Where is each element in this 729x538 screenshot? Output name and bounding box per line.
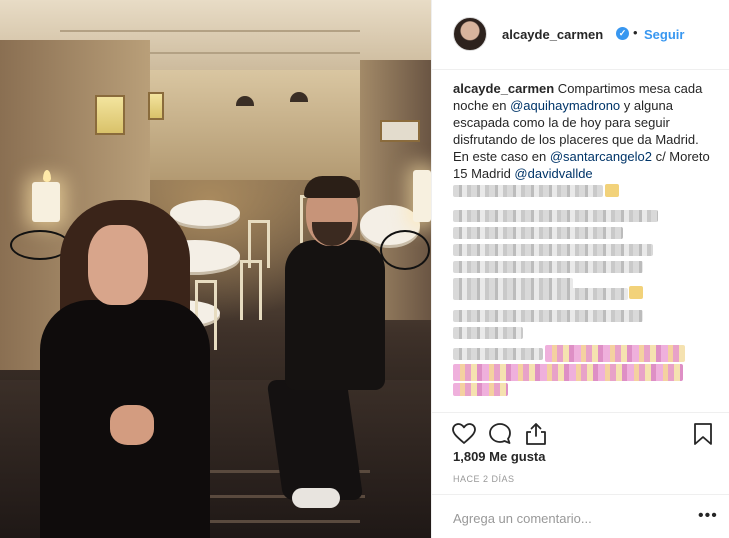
redacted-emoji-row	[453, 364, 683, 381]
redacted-comment	[453, 310, 643, 322]
heart-icon[interactable]	[451, 421, 477, 447]
caption-username-link[interactable]: alcayde_carmen	[453, 81, 554, 96]
photo-woman-face	[88, 225, 148, 305]
header-separator: •	[633, 25, 638, 40]
photo-shelf	[380, 120, 420, 142]
username-link[interactable]: alcayde_carmen	[502, 27, 603, 42]
photo-man-legs	[266, 380, 364, 500]
photo-window	[148, 92, 164, 120]
redacted-emoji	[605, 184, 619, 197]
redacted-comment	[453, 288, 628, 300]
redacted-emoji-row	[545, 345, 685, 362]
post-timestamp[interactable]: HACE 2 DÍAS	[453, 474, 515, 484]
redacted-comment	[453, 210, 658, 222]
photo-man-shoe	[292, 488, 340, 508]
redacted-comment	[453, 185, 603, 197]
comment-composer: •••	[432, 494, 729, 538]
mention-link[interactable]: @davidvallde	[514, 166, 592, 181]
more-options-icon[interactable]: •••	[698, 507, 718, 525]
redacted-comment	[453, 227, 623, 239]
post-header: alcayde_carmen ✓ • Seguir	[432, 0, 729, 70]
post-photo[interactable]	[0, 0, 431, 538]
photo-ironwork	[380, 230, 430, 270]
verified-badge-icon: ✓	[616, 27, 629, 40]
photo-man-hair	[304, 176, 360, 198]
comment-input[interactable]	[453, 509, 693, 527]
redacted-emoji	[629, 286, 643, 299]
redacted-comment	[453, 327, 523, 339]
photo-candle-flame	[43, 170, 51, 182]
share-icon[interactable]	[523, 421, 549, 447]
photo-candle	[413, 170, 431, 222]
bookmark-icon[interactable]	[690, 421, 716, 447]
mention-link[interactable]: @aquihaymadrono	[510, 98, 620, 113]
photo-woman-hand	[110, 405, 154, 445]
photo-ceiling-beam	[60, 30, 360, 32]
photo-man-body	[285, 240, 385, 390]
comments-list[interactable]: alcayde_carmen Compartimos mesa cada noc…	[453, 80, 715, 410]
redacted-comment	[453, 348, 543, 360]
photo-back-wall	[150, 70, 360, 180]
photo-candle	[32, 182, 60, 222]
redacted-comment	[453, 261, 643, 273]
comment-icon[interactable]	[487, 421, 513, 447]
like-count[interactable]: 1,809 Me gusta	[453, 449, 546, 464]
mention-link[interactable]: @santarcangelo2	[550, 149, 652, 164]
follow-button[interactable]: Seguir	[644, 27, 684, 42]
redacted-comment	[453, 244, 653, 256]
avatar[interactable]	[453, 17, 487, 51]
redacted-emoji-row	[453, 383, 508, 396]
action-bar	[432, 412, 729, 448]
photo-chair	[240, 260, 262, 320]
photo-table	[170, 200, 240, 226]
photo-window	[95, 95, 125, 135]
post-sidebar: alcayde_carmen ✓ • Seguir alcayde_carmen…	[431, 0, 729, 538]
caption: alcayde_carmen Compartimos mesa cada noc…	[453, 80, 715, 182]
